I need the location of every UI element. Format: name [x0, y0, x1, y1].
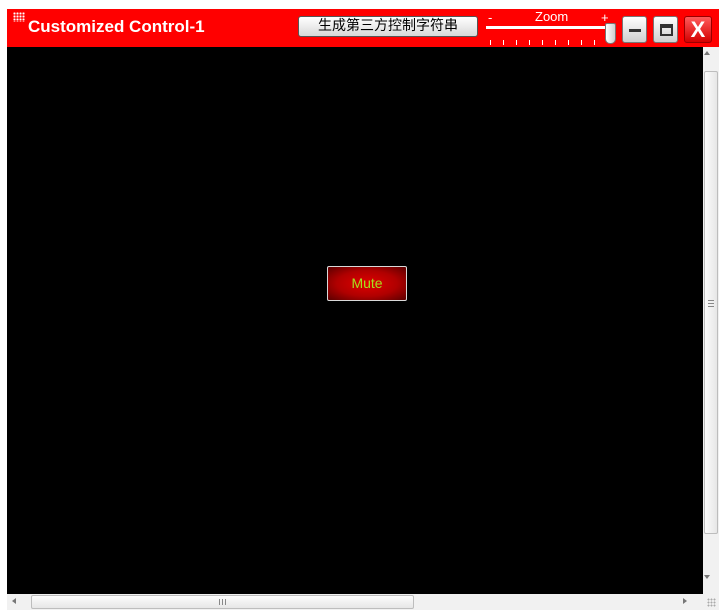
app-icon — [13, 12, 25, 22]
scroll-up-arrow-icon[interactable] — [704, 51, 710, 55]
maximize-icon — [660, 24, 673, 36]
generate-control-string-button[interactable]: 生成第三方控制字符串 — [298, 16, 478, 37]
scroll-right-arrow-icon[interactable] — [683, 598, 687, 604]
zoom-slider-ticks — [490, 40, 604, 45]
minimize-button[interactable] — [622, 16, 647, 43]
client-area: Mute — [7, 47, 703, 594]
horizontal-scroll-thumb[interactable] — [31, 595, 414, 609]
resize-grip-icon — [707, 598, 716, 607]
zoom-slider-track[interactable] — [486, 26, 605, 29]
close-button[interactable]: X — [684, 16, 712, 43]
maximize-button[interactable] — [653, 16, 678, 43]
title-bar[interactable]: Customized Control-1 生成第三方控制字符串 - Zoom +… — [7, 9, 719, 47]
resize-grip[interactable] — [703, 594, 719, 610]
control-window: Customized Control-1 生成第三方控制字符串 - Zoom +… — [7, 9, 719, 610]
vertical-scrollbar[interactable] — [703, 47, 719, 594]
scroll-down-arrow-icon[interactable] — [704, 575, 710, 579]
window-title: Customized Control-1 — [28, 17, 205, 36]
minimize-icon — [629, 29, 641, 32]
vertical-scroll-thumb[interactable] — [704, 71, 718, 534]
grip-icon — [219, 599, 226, 605]
close-icon: X — [690, 17, 706, 42]
grip-icon — [708, 300, 714, 307]
mute-button[interactable]: Mute — [327, 266, 407, 301]
horizontal-scrollbar[interactable] — [7, 594, 703, 610]
zoom-slider-thumb[interactable] — [605, 23, 616, 44]
zoom-label: Zoom — [535, 9, 569, 24]
zoom-minus-label: - — [488, 10, 493, 25]
scroll-left-arrow-icon[interactable] — [12, 598, 16, 604]
